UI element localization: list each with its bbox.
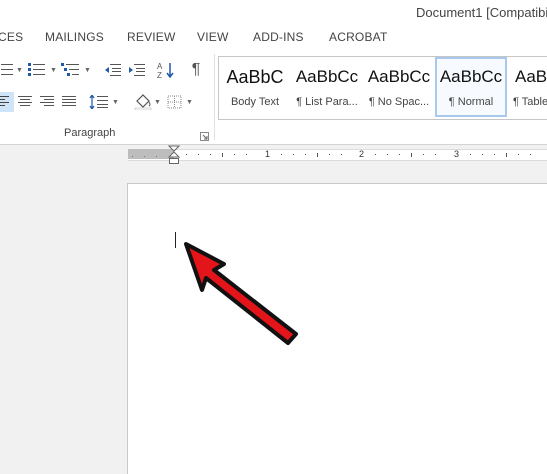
shading-icon[interactable]	[132, 92, 154, 112]
red-arrow-icon	[184, 242, 298, 345]
style-normal[interactable]: AaBbCc ¶ Normal	[435, 57, 507, 117]
style-label: ¶ No Spac...	[368, 96, 430, 108]
title-bar: Document1 [Compatibili	[0, 0, 547, 26]
ribbon-tabs: CES MAILINGS REVIEW VIEW ADD-INS ACROBAT	[0, 26, 547, 50]
text-cursor	[175, 232, 176, 248]
line-spacing-icon[interactable]	[88, 92, 110, 112]
style-body-text[interactable]: AaBbC Body Text	[219, 57, 291, 117]
window-title: Document1 [Compatibili	[416, 5, 547, 20]
multilevel-list-icon[interactable]	[60, 60, 82, 80]
svg-text:Z: Z	[157, 71, 162, 79]
align-left-icon[interactable]	[0, 92, 14, 112]
horizontal-ruler[interactable]: 1 2 3	[128, 149, 547, 161]
paragraph-group-label: Paragraph	[64, 127, 116, 139]
increase-indent-icon[interactable]	[126, 60, 148, 80]
borders-dropdown-icon[interactable]: ▼	[186, 99, 193, 106]
ruler-number: 2	[359, 149, 365, 159]
style-label: ¶ Normal	[448, 96, 494, 108]
ruler-number: 1	[265, 149, 271, 159]
style-sample: AaBbCc	[295, 67, 359, 86]
justify-icon[interactable]	[58, 92, 80, 112]
style-sample: AaBbC	[226, 67, 284, 87]
tab-view[interactable]: VIEW	[197, 30, 228, 44]
bullets-dropdown-icon[interactable]: ▼	[16, 67, 23, 74]
tab-references[interactable]: CES	[0, 30, 23, 44]
style-no-spacing[interactable]: AaBbCc ¶ No Spac...	[363, 57, 435, 117]
style-label: ¶ List Para...	[296, 96, 358, 108]
tab-add-ins[interactable]: ADD-INS	[253, 30, 304, 44]
group-divider	[214, 54, 215, 140]
ruler-area: 1 2 3	[0, 145, 547, 167]
style-list-paragraph[interactable]: AaBbCc ¶ List Para...	[291, 57, 363, 117]
style-sample: AaBb	[515, 67, 547, 86]
style-sample: AaBbCc	[367, 67, 431, 86]
numbering-icon[interactable]	[26, 60, 48, 80]
style-sample: AaBbCc	[439, 67, 503, 86]
style-label: Body Text	[230, 96, 280, 108]
align-right-icon[interactable]	[36, 92, 58, 112]
center-icon[interactable]	[14, 92, 36, 112]
svg-text:A: A	[157, 62, 163, 71]
style-label: ¶ Table	[513, 96, 547, 108]
bullets-icon[interactable]	[0, 60, 16, 80]
indent-markers-icon[interactable]	[168, 145, 180, 167]
tab-mailings[interactable]: MAILINGS	[45, 30, 104, 44]
tab-review[interactable]: REVIEW	[127, 30, 176, 44]
dialog-launcher-icon[interactable]	[200, 128, 209, 141]
show-formatting-icon[interactable]: ¶	[185, 60, 207, 80]
shading-dropdown-icon[interactable]: ▼	[154, 99, 161, 106]
tab-acrobat[interactable]: ACROBAT	[329, 30, 388, 44]
multilevel-dropdown-icon[interactable]: ▼	[84, 67, 91, 74]
decrease-indent-icon[interactable]	[102, 60, 124, 80]
styles-gallery: AaBbC Body Text AaBbCc ¶ List Para... Aa…	[218, 56, 547, 120]
style-table[interactable]: AaBb ¶ Table	[507, 57, 547, 117]
numbering-dropdown-icon[interactable]: ▼	[50, 67, 57, 74]
line-spacing-dropdown-icon[interactable]: ▼	[112, 99, 119, 106]
sort-icon[interactable]: AZ	[155, 60, 177, 80]
borders-icon[interactable]	[164, 92, 186, 112]
ruler-number: 3	[454, 149, 460, 159]
